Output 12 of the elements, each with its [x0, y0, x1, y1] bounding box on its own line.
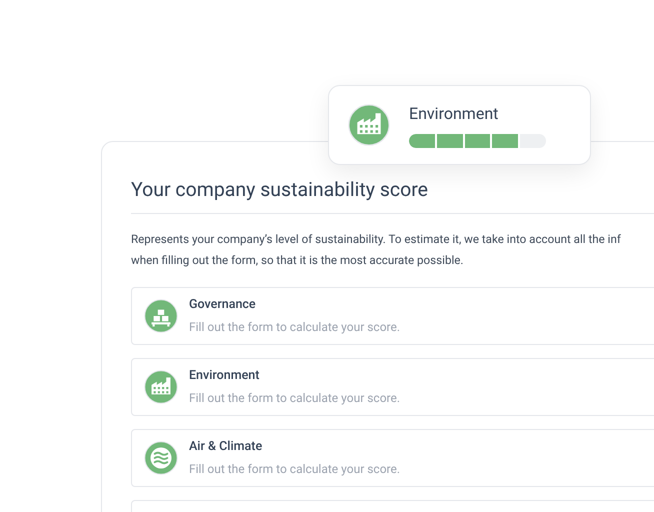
category-row[interactable]: Air & Climate Fill out the form to calculate your score. [131, 429, 654, 487]
description: Represents your company’s level of sustainability. To estimate it, we take into account all the inf when filling out the form, so that it is the most accurate possible. [131, 231, 622, 269]
category-hint: Fill out the form to calculate your score. [189, 390, 400, 408]
category-name: Air & Climate [189, 438, 264, 456]
card-title: Your company sustainability score [131, 177, 429, 203]
category-name: Governance [189, 296, 257, 314]
category-name: Environment [189, 366, 260, 385]
category-hint: Fill out the form to calculate your score. [189, 461, 400, 478]
popup-title: Environment [409, 103, 500, 125]
category-hint: Fill out the form to calculate your score. [189, 319, 400, 336]
category-row[interactable]: Governance Fill out the form to calculate your score. [131, 287, 654, 345]
category-row[interactable]: Environment Fill out the form to calculate your score. [131, 358, 654, 416]
